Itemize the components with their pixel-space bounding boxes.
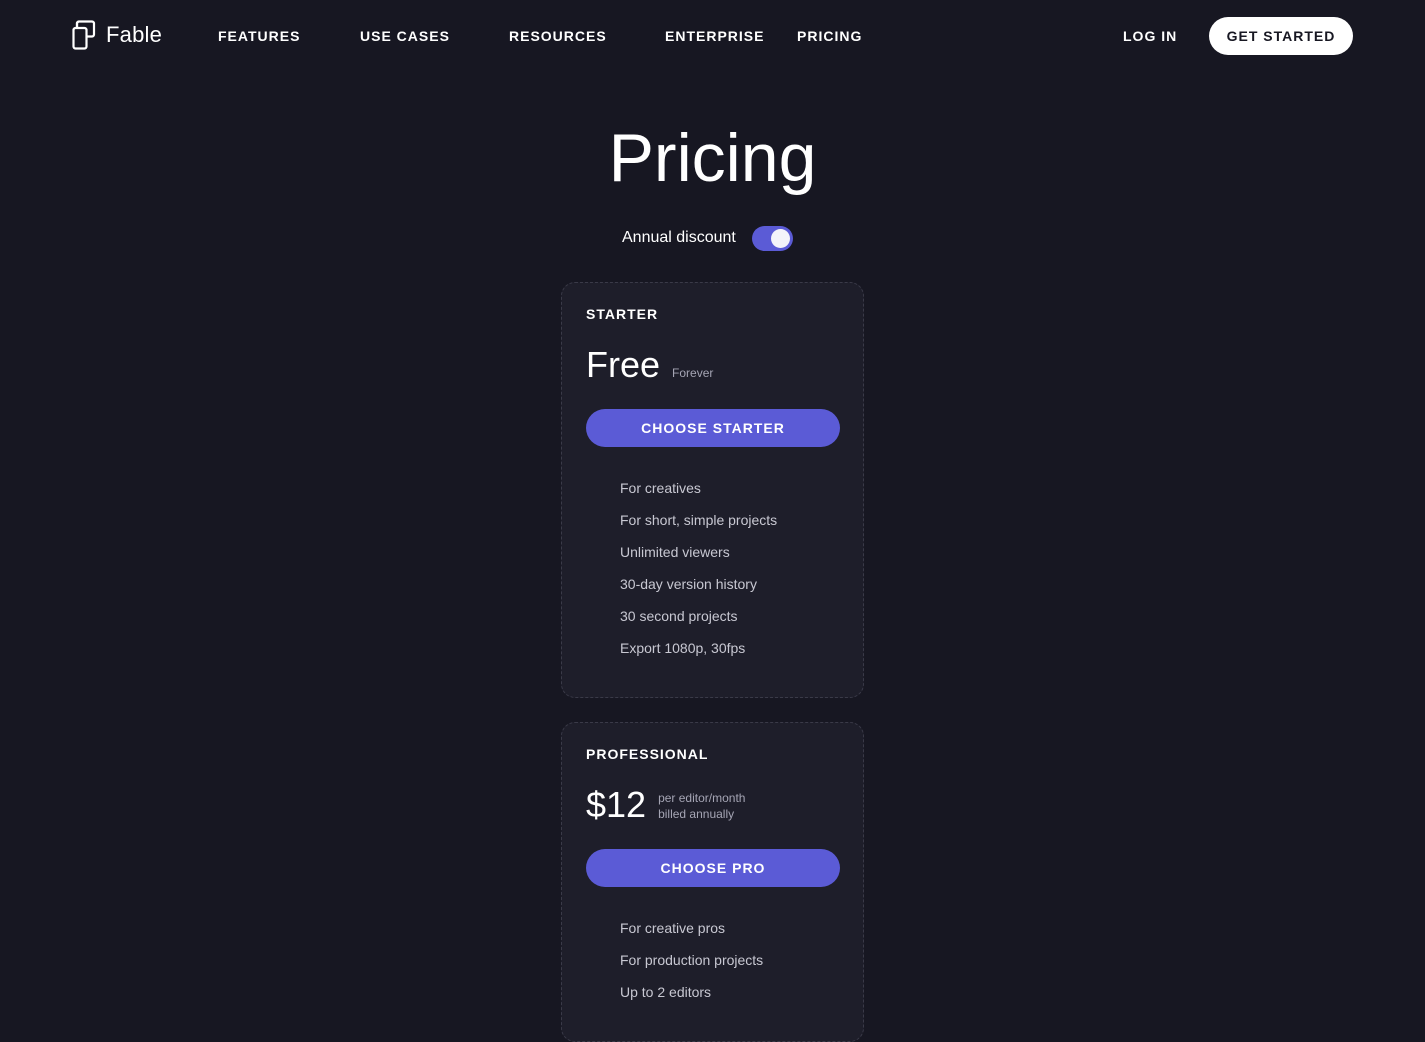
feature-item: Up to 2 editors (620, 984, 712, 1000)
feature-item: For creatives (620, 480, 701, 496)
brand-name: Fable (106, 22, 163, 47)
toggle-knob (770, 228, 790, 248)
brand-logo-link[interactable]: Fable (72, 20, 162, 50)
feature-item: 30 second projects (620, 608, 738, 624)
nav-link-resources[interactable]: RESOURCES (509, 27, 607, 45)
plan-price: Free (586, 344, 661, 385)
nav-link-pricing[interactable]: PRICING (797, 27, 862, 45)
annual-discount-toggle[interactable] (751, 225, 793, 251)
plan-name: PROFESSIONAL (586, 746, 709, 762)
price-row: Free Forever (586, 343, 713, 387)
price-note-line-2: billed annually (658, 807, 735, 821)
feature-item: 30-day version history (620, 576, 757, 592)
choose-pro-button[interactable]: CHOOSE PRO (586, 849, 840, 887)
nav-link-enterprise[interactable]: ENTERPRISE (665, 27, 764, 45)
login-link[interactable]: LOG IN (1123, 27, 1177, 45)
annual-discount-label: Annual discount (622, 229, 736, 246)
choose-starter-button[interactable]: CHOOSE STARTER (586, 409, 840, 447)
feature-item: Export 1080p, 30fps (620, 640, 746, 656)
annual-discount-control: Annual discount (622, 225, 793, 251)
feature-list: For creatives For short, simple projects… (620, 477, 777, 669)
price-note-line-1: per editor/month (658, 791, 746, 805)
nav-link-features[interactable]: FEATURES (218, 27, 300, 45)
plan-card-starter: STARTER Free Forever CHOOSE STARTER For … (561, 282, 864, 698)
nav-link-use-cases[interactable]: USE CASES (360, 27, 450, 45)
plan-name: STARTER (586, 306, 659, 322)
plan-card-professional: PROFESSIONAL $12 per editor/month billed… (561, 722, 864, 1042)
price-row: $12 per editor/month billed annually (586, 783, 745, 827)
feature-item: For short, simple projects (620, 512, 778, 528)
feature-item: Unlimited viewers (620, 544, 730, 560)
page-title: Pricing (608, 120, 817, 196)
fable-logo-icon (72, 20, 96, 50)
plan-price: $12 (586, 784, 647, 825)
feature-list: For creative pros For production project… (620, 917, 763, 1013)
top-navigation: Fable FEATURES USE CASES RESOURCES ENTER… (0, 0, 1425, 72)
get-started-button[interactable]: GET STARTED (1209, 17, 1353, 55)
feature-item: For creative pros (620, 920, 726, 936)
price-note: Forever (672, 366, 714, 380)
feature-item: For production projects (620, 952, 764, 968)
price-note: per editor/month billed annually (658, 790, 745, 827)
